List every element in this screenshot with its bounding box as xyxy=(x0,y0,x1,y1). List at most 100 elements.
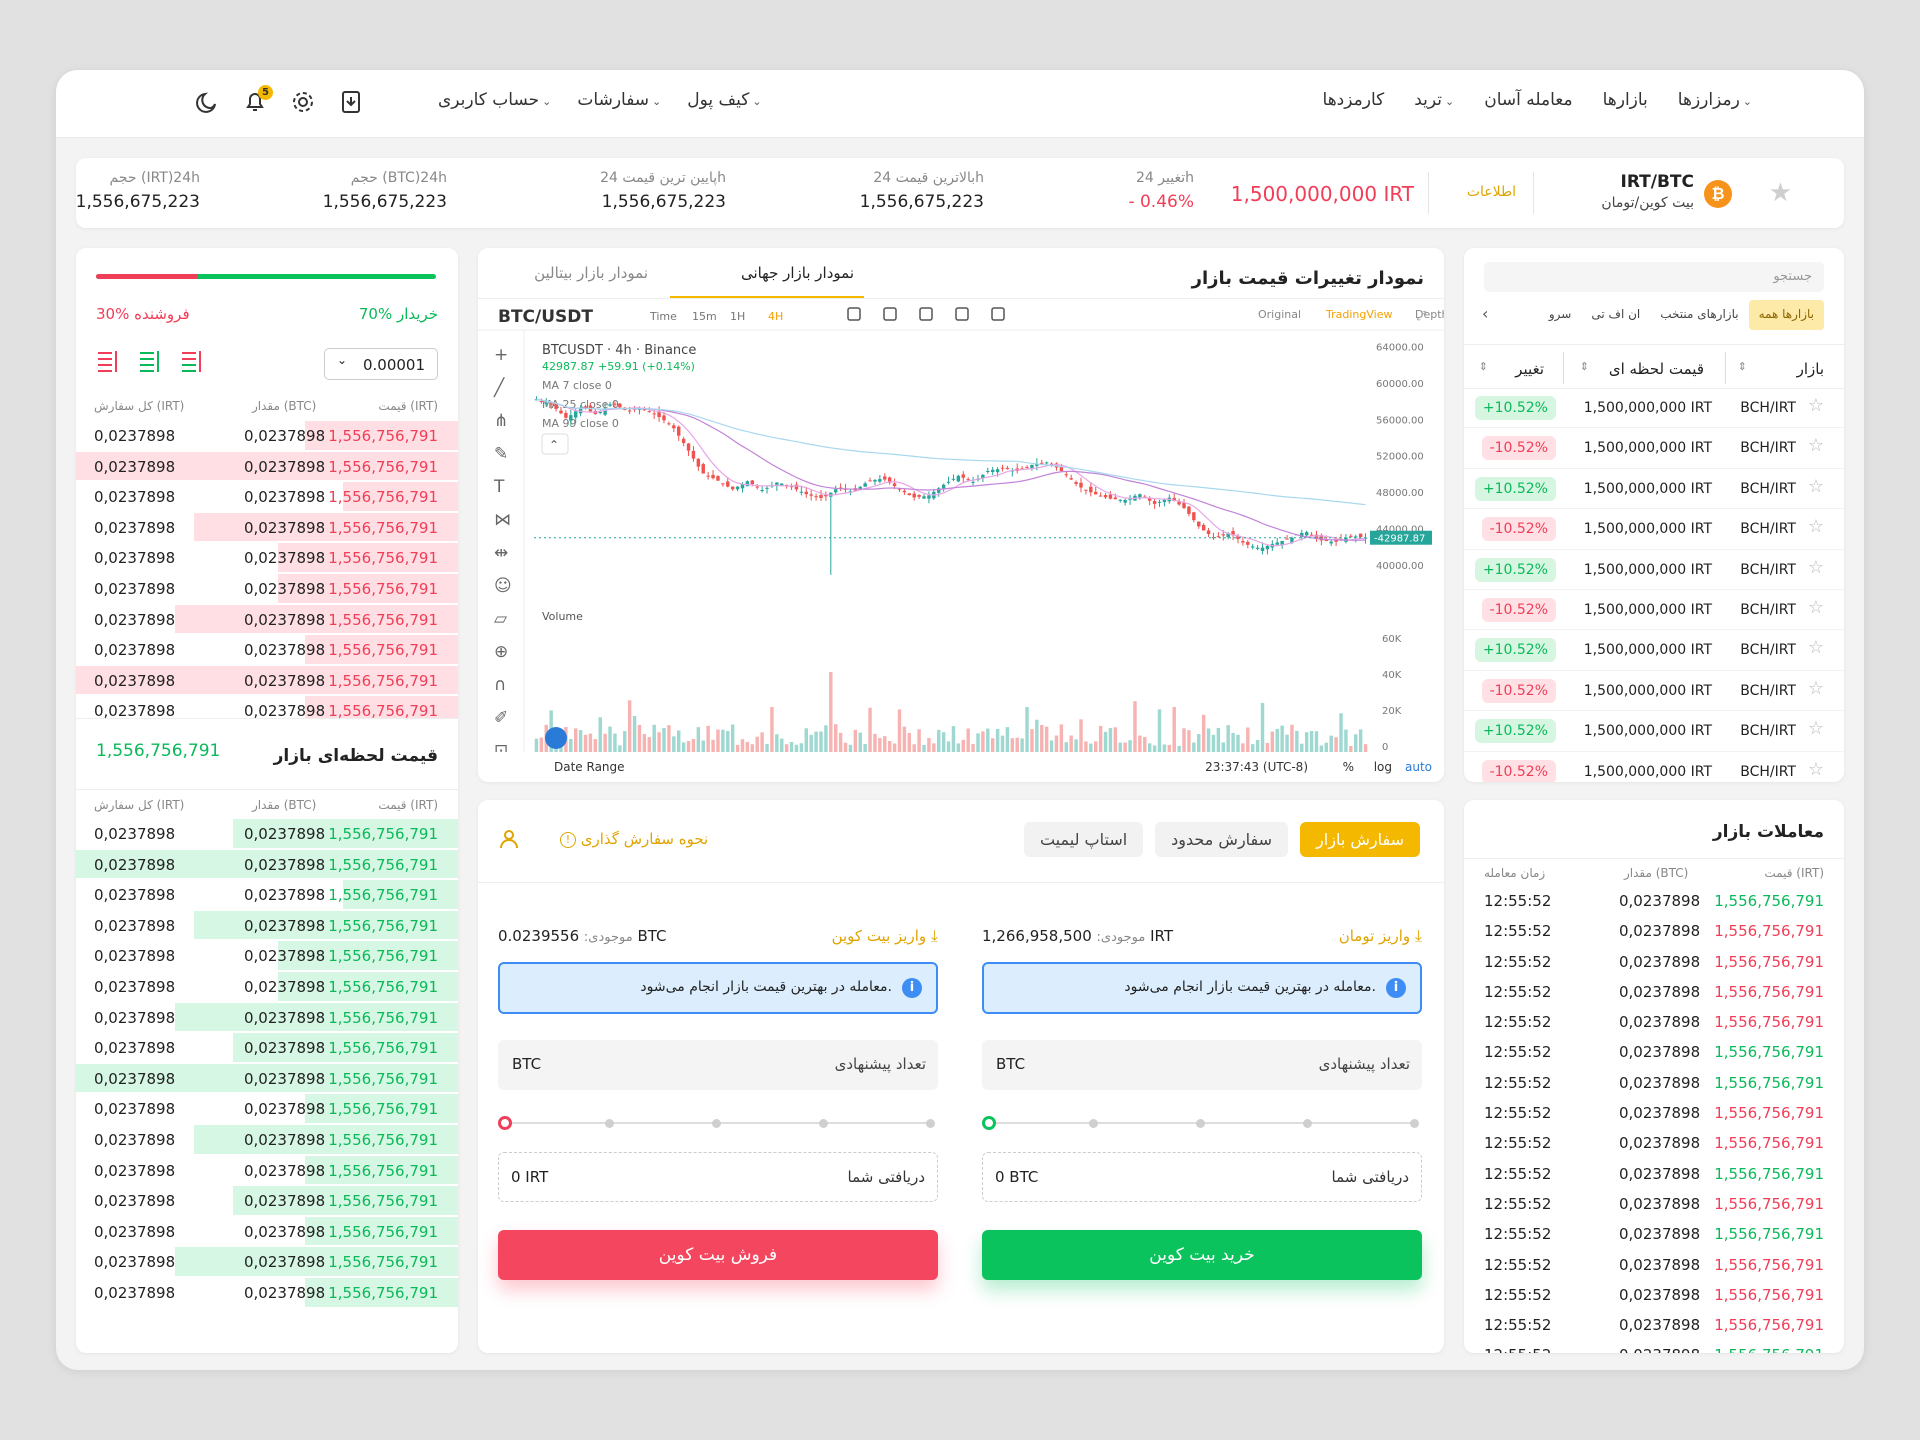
orderbook-row[interactable]: 1,556,756,791 0,0237898 0,0237898 xyxy=(76,665,458,696)
tab-bitalin-chart[interactable]: نمودار بازار بیتالین xyxy=(534,264,648,282)
favorite-star-icon[interactable]: ☆ xyxy=(1808,597,1824,618)
orderbook-row[interactable]: 1,556,756,791 0,0237898 0,0237898 xyxy=(76,1246,458,1277)
chart-view-option[interactable]: Original xyxy=(1258,308,1301,321)
slider-step[interactable] xyxy=(1089,1119,1098,1128)
buy-bitcoin-button[interactable]: خرید بیت کوین xyxy=(982,1230,1422,1280)
bell-icon[interactable]: 5 xyxy=(242,85,273,115)
orderbook-row[interactable]: 1,556,756,791 0,0237898 0,0237898 xyxy=(76,542,458,573)
slider-step[interactable] xyxy=(498,1116,512,1130)
orderbook-row[interactable]: 1,556,756,791 0,0237898 0,0237898 xyxy=(76,940,458,971)
orderbook-row[interactable]: 1,556,756,791 0,0237898 0,0237898 xyxy=(76,879,458,910)
market-row[interactable]: ☆ BCH/IRT 1,500,000,000 IRT +10.52% xyxy=(1464,711,1844,752)
orderbook-row[interactable]: 1,556,756,791 0,0237898 0,0237898 xyxy=(76,573,458,604)
slider-step[interactable] xyxy=(819,1119,828,1128)
favorite-star-icon[interactable]: ☆ xyxy=(1808,718,1824,739)
buy-amount-input[interactable]: تعداد پیشنهادی BTC xyxy=(982,1040,1422,1090)
orderbook-row[interactable]: 1,556,756,791 0,0237898 0,0237898 xyxy=(76,849,458,880)
favorite-star-icon[interactable]: ☆ xyxy=(1808,476,1824,497)
slider-step[interactable] xyxy=(926,1119,935,1128)
order-type-tab[interactable]: سفارش بازار xyxy=(1300,822,1420,857)
orderbook-row[interactable]: 1,556,756,791 0,0237898 0,0237898 xyxy=(76,1185,458,1216)
nav-item[interactable]: سفارشات ⌄ xyxy=(577,90,661,110)
orderbook-row[interactable]: 1,556,756,791 0,0237898 0,0237898 xyxy=(76,1002,458,1033)
measure-icon[interactable]: ⇹ xyxy=(494,543,508,563)
download-icon[interactable] xyxy=(338,89,364,115)
chevron-left-icon[interactable]: ‹ xyxy=(1482,304,1488,323)
log-scale-toggle[interactable]: log xyxy=(1374,760,1392,774)
market-row[interactable]: ☆ BCH/IRT 1,500,000,000 IRT +10.52% xyxy=(1464,469,1844,510)
crosshair-icon[interactable]: + xyxy=(494,345,508,365)
orderbook-row[interactable]: 1,556,756,791 0,0237898 0,0237898 xyxy=(76,1277,458,1308)
pitchfork-icon[interactable]: ⋔ xyxy=(494,411,508,431)
orderbook-row[interactable]: 1,556,756,791 0,0237898 0,0237898 xyxy=(76,1093,458,1124)
favorite-star-icon[interactable]: ☆ xyxy=(1808,557,1824,578)
market-filter-tab[interactable]: بازارها همه xyxy=(1748,300,1824,330)
date-range-button[interactable]: Date Range xyxy=(554,760,625,774)
market-row[interactable]: ☆ BCH/IRT 1,500,000,000 IRT -10.52% xyxy=(1464,752,1844,782)
market-filter-tab[interactable]: ان اف تی xyxy=(1581,300,1650,330)
market-row[interactable]: ☆ BCH/IRT 1,500,000,000 IRT +10.52% xyxy=(1464,388,1844,429)
market-row[interactable]: ☆ BCH/IRT 1,500,000,000 IRT +10.52% xyxy=(1464,630,1844,671)
pattern-icon[interactable]: ⋈ xyxy=(494,510,511,530)
camera-icon[interactable] xyxy=(955,307,969,321)
candle-icon[interactable] xyxy=(919,307,933,321)
slider-step[interactable] xyxy=(1410,1119,1419,1128)
orderbook-row[interactable]: 1,556,756,791 0,0237898 0,0237898 xyxy=(76,481,458,512)
precision-select[interactable]: ⌄ 0.00001 xyxy=(324,348,438,380)
nav-item[interactable]: حساب کاربری ⌄ xyxy=(438,90,551,110)
favorite-star-icon[interactable]: ☆ xyxy=(1808,759,1824,780)
order-type-tab[interactable]: سفارش محدود xyxy=(1155,822,1289,857)
bids-only-icon[interactable] xyxy=(138,350,162,372)
settings-icon[interactable] xyxy=(290,89,316,115)
market-row[interactable]: ☆ BCH/IRT 1,500,000,000 IRT -10.52% xyxy=(1464,509,1844,550)
sell-bitcoin-button[interactable]: فروش بیت کوین xyxy=(498,1230,938,1280)
nav-item[interactable]: ترید ⌄ xyxy=(1414,90,1454,110)
buy-amount-slider[interactable] xyxy=(982,1116,1422,1130)
slider-step[interactable] xyxy=(1303,1119,1312,1128)
ruler-icon[interactable]: ▱ xyxy=(494,609,508,629)
sliders-icon[interactable] xyxy=(847,307,861,321)
emoji-icon[interactable]: ☺ xyxy=(494,576,512,596)
plus-circle-icon[interactable] xyxy=(991,307,1005,321)
favorite-star-icon[interactable]: ☆ xyxy=(1808,678,1824,699)
orderbook-row[interactable]: 1,556,756,791 0,0237898 0,0237898 xyxy=(76,1124,458,1155)
orderbook-row[interactable]: 1,556,756,791 0,0237898 0,0237898 xyxy=(76,634,458,665)
timeframe-button[interactable]: 1H xyxy=(730,310,745,323)
market-row[interactable]: ☆ BCH/IRT 1,500,000,000 IRT +10.52% xyxy=(1464,550,1844,590)
deposit-toman-link[interactable]: واریز تومان ⤓ xyxy=(1339,926,1422,946)
asks-only-icon[interactable] xyxy=(96,350,120,372)
how-to-order-link[interactable]: ! نحوه سفارش گذاری xyxy=(560,830,708,848)
market-search-input[interactable]: جستجو xyxy=(1484,262,1824,292)
orderbook-row[interactable]: 1,556,756,791 0,0237898 0,0237898 xyxy=(76,420,458,451)
grid-icon[interactable] xyxy=(883,307,897,321)
favorite-star-icon[interactable]: ☆ xyxy=(1808,637,1824,658)
deposit-bitcoin-link[interactable]: واریز بیت کوین ⤓ xyxy=(832,926,938,946)
pair-info-link[interactable]: اطلاعات xyxy=(1467,184,1516,200)
nav-item[interactable]: معامله آسان xyxy=(1484,90,1572,110)
lock-icon[interactable]: ⊡ xyxy=(494,741,508,752)
favorite-star-icon[interactable]: ☆ xyxy=(1808,516,1824,537)
orderbook-row[interactable]: 1,556,756,791 0,0237898 0,0237898 xyxy=(76,1063,458,1094)
orderbook-row[interactable]: 1,556,756,791 0,0237898 0,0237898 xyxy=(76,910,458,941)
market-row[interactable]: ☆ BCH/IRT 1,500,000,000 IRT -10.52% xyxy=(1464,671,1844,712)
favorite-star-icon[interactable]: ☆ xyxy=(1808,435,1824,456)
orderbook-row[interactable]: 1,556,756,791 0,0237898 0,0237898 xyxy=(76,695,458,718)
both-sides-icon[interactable] xyxy=(180,350,204,372)
tab-global-chart[interactable]: نمودار بازار جهانی xyxy=(741,264,854,282)
orderbook-row[interactable]: 1,556,756,791 0,0237898 0,0237898 xyxy=(76,818,458,849)
zoom-icon[interactable]: ⊕ xyxy=(494,642,508,662)
slider-step[interactable] xyxy=(982,1116,996,1130)
sell-amount-input[interactable]: تعداد پیشنهادی BTC xyxy=(498,1040,938,1090)
slider-step[interactable] xyxy=(605,1119,614,1128)
orderbook-row[interactable]: 1,556,756,791 0,0237898 0,0237898 xyxy=(76,971,458,1002)
orderbook-row[interactable]: 1,556,756,791 0,0237898 0,0237898 xyxy=(76,451,458,482)
nav-item[interactable]: بازارها xyxy=(1603,90,1648,110)
auto-scale-toggle[interactable]: auto xyxy=(1405,760,1432,774)
trend-line-icon[interactable]: ╱ xyxy=(493,377,505,398)
favorite-star-icon[interactable]: ☆ xyxy=(1808,395,1824,416)
timeframe-button[interactable]: Time xyxy=(649,310,677,323)
timeframe-button[interactable]: 4H xyxy=(768,310,783,323)
nav-item[interactable]: کارمزدها xyxy=(1323,90,1385,110)
percent-scale-toggle[interactable]: % xyxy=(1343,760,1354,774)
brush-icon[interactable]: ✎ xyxy=(494,444,508,464)
